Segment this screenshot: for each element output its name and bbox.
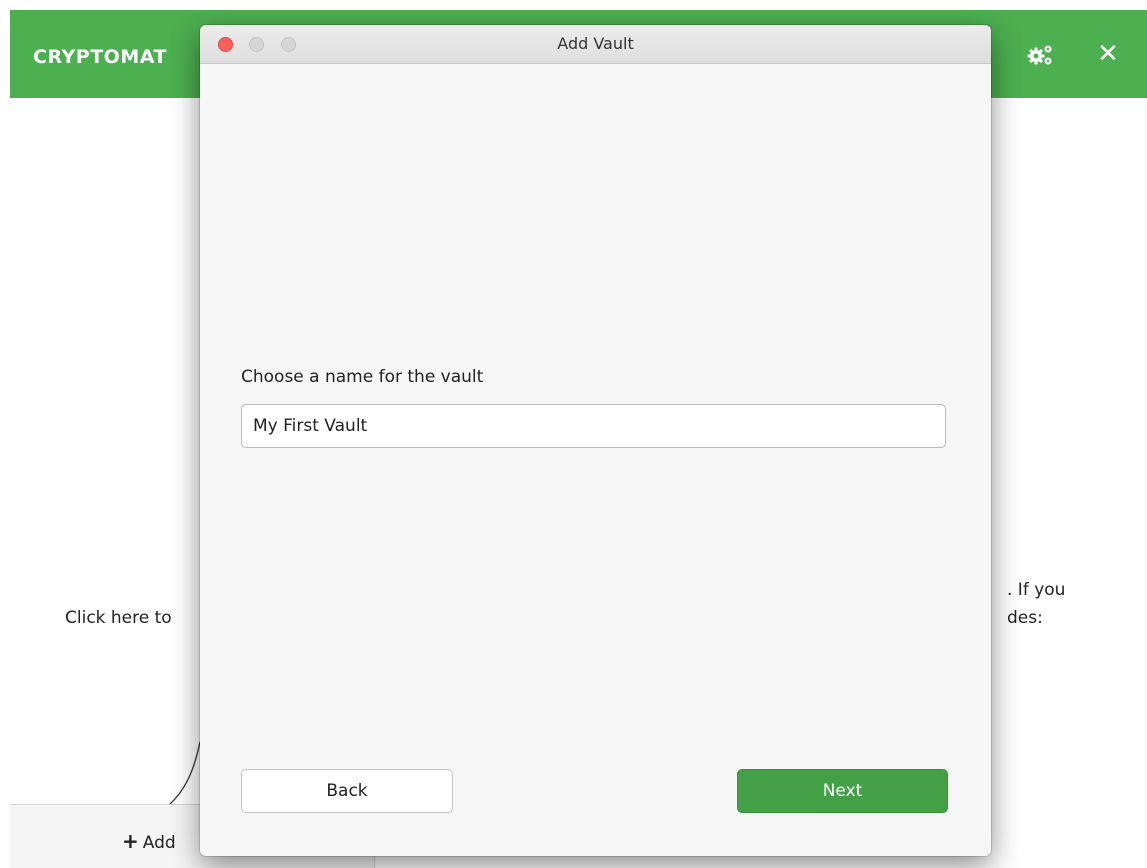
vault-name-input[interactable] bbox=[241, 404, 946, 448]
dialog-titlebar[interactable]: Add Vault bbox=[200, 25, 991, 64]
close-icon[interactable]: ✕ bbox=[1093, 39, 1123, 69]
add-vault-hint-text: Click here to bbox=[65, 608, 172, 628]
back-button[interactable]: Back bbox=[241, 769, 453, 813]
add-vault-dialog: Add Vault Choose a name for the vault Ba… bbox=[200, 25, 991, 856]
next-button[interactable]: Next bbox=[737, 769, 948, 813]
app-title: CRYPTOMAT bbox=[33, 46, 167, 68]
dialog-title: Add Vault bbox=[557, 34, 634, 53]
vault-name-label: Choose a name for the vault bbox=[241, 367, 484, 387]
gear-icon[interactable] bbox=[1025, 40, 1055, 70]
welcome-text-line-1: . If you bbox=[1007, 580, 1066, 600]
add-vault-button[interactable]: + Add bbox=[122, 829, 176, 853]
plus-icon: + bbox=[122, 829, 139, 853]
add-vault-button-label: Add bbox=[142, 833, 176, 853]
welcome-text-line-2: des: bbox=[1007, 608, 1043, 628]
